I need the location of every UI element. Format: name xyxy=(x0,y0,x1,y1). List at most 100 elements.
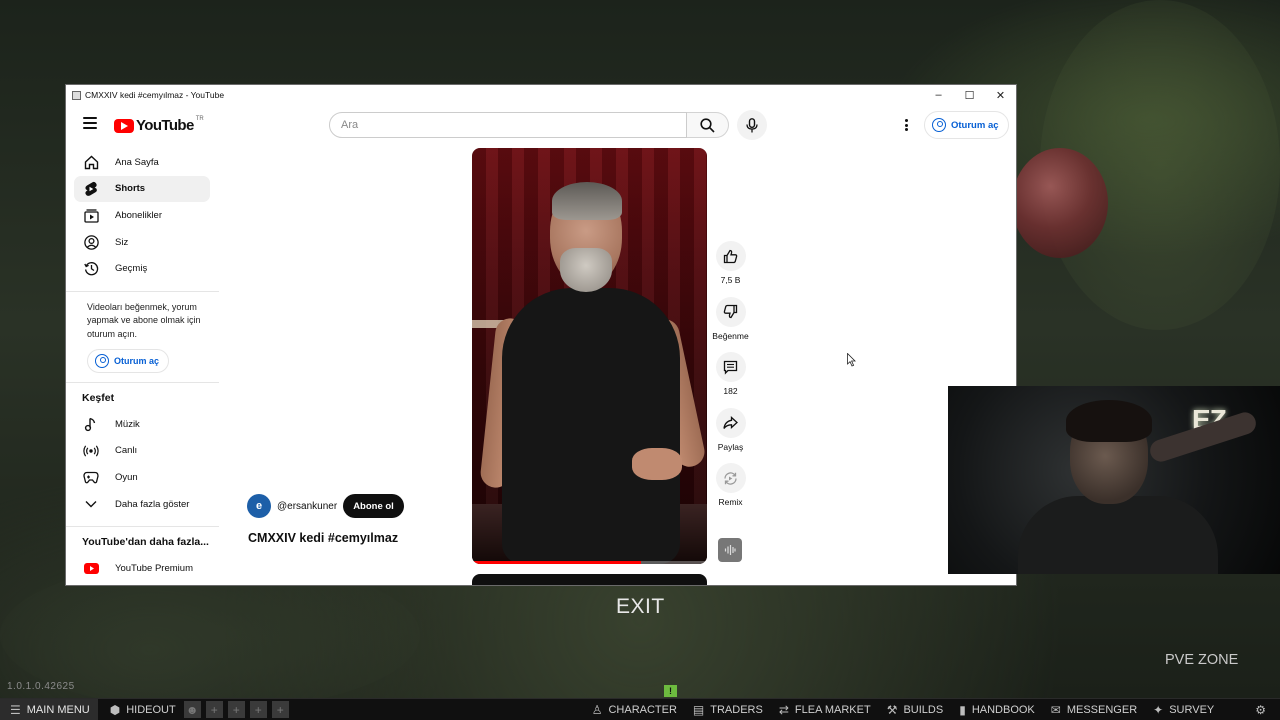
like-count: 7,5 B xyxy=(720,275,741,285)
sidebar-item-history[interactable]: Geçmiş xyxy=(74,256,210,282)
account-icon xyxy=(95,354,109,369)
channel-row: e @ersankuner Abone ol xyxy=(247,494,404,518)
signin-button[interactable]: Oturum aç xyxy=(924,111,1009,139)
message-icon: ✉ xyxy=(1050,702,1061,717)
quick-slot-icon[interactable]: ☻ xyxy=(183,701,201,718)
sidebar-divider xyxy=(66,382,219,384)
mouse-cursor-icon xyxy=(847,353,856,367)
handbook-button[interactable]: ▮ HANDBOOK xyxy=(951,699,1043,720)
sidebar: Ana Sayfa Shorts Abonelikler Siz Geçmiş … xyxy=(66,149,219,582)
performer-hair xyxy=(552,182,622,220)
window-titlebar: CMXXIV kedi #cemyılmaz - YouTube xyxy=(66,85,1016,105)
short-video-player[interactable] xyxy=(472,148,707,564)
youtube-play-icon xyxy=(114,118,134,133)
main-menu-button[interactable]: ☰ MAIN MENU xyxy=(0,698,98,720)
window-title: CMXXIV kedi #cemyılmaz - YouTube xyxy=(85,90,225,100)
settings-button[interactable]: ⚙ xyxy=(1247,699,1280,720)
character-button[interactable]: ♙ CHARACTER xyxy=(584,699,685,720)
builds-icon: ⚒ xyxy=(886,702,898,717)
sidebar-item-youtube-premium[interactable]: YouTube Premium xyxy=(74,555,210,581)
voice-search-button[interactable] xyxy=(737,110,767,140)
streamer-webcam: EZ xyxy=(948,386,1280,574)
messenger-button[interactable]: ✉ MESSENGER xyxy=(1043,699,1145,720)
account-icon xyxy=(932,118,946,132)
short-actions: 7,5 B Beğenme 182 Paylaş Remix xyxy=(708,241,753,519)
sidebar-item-you[interactable]: Siz xyxy=(74,229,210,255)
video-title: CMXXIV kedi #cemyılmaz xyxy=(248,531,399,545)
remix-label: Remix xyxy=(718,497,743,508)
cart-icon: ▤ xyxy=(692,702,705,717)
thumbs-up-icon[interactable] xyxy=(715,241,746,271)
handbook-icon: ▮ xyxy=(959,702,966,717)
country-code: TR xyxy=(195,115,204,122)
quick-slot-empty[interactable]: + xyxy=(205,701,223,718)
youtube-header: YouTube TR Ara Oturum aç xyxy=(66,107,1016,143)
live-icon xyxy=(83,443,99,459)
more-options-icon[interactable] xyxy=(900,117,912,133)
channel-handle[interactable]: @ersankuner xyxy=(277,501,337,512)
subscriptions-icon xyxy=(83,207,99,223)
traders-button[interactable]: ▤ TRADERS xyxy=(685,699,771,720)
quick-slot-empty[interactable]: + xyxy=(271,701,289,718)
dislike-action[interactable]: Beğenme xyxy=(708,296,753,343)
character-icon: ♙ xyxy=(591,702,603,717)
sidebar-signin-button[interactable]: Oturum aç xyxy=(87,349,169,374)
sidebar-item-home[interactable]: Ana Sayfa xyxy=(74,149,210,175)
notification-badge[interactable]: ! xyxy=(664,685,677,697)
shorts-icon xyxy=(83,181,99,197)
maximize-button[interactable]: ☐ xyxy=(954,85,985,105)
share-action[interactable]: Paylaş xyxy=(708,407,753,454)
game-taskbar: ☰ MAIN MENU ⬢ HIDEOUT ☻ + + + + ♙ CHARAC… xyxy=(0,698,1280,720)
hideout-button[interactable]: ⬢ HIDEOUT xyxy=(102,699,184,720)
youtube-logo[interactable]: YouTube TR xyxy=(114,115,204,134)
performer-beard xyxy=(560,248,612,292)
exit-button[interactable]: EXIT xyxy=(616,595,665,619)
search-input[interactable]: Ara xyxy=(329,112,687,138)
comments-action[interactable]: 182 xyxy=(708,352,753,398)
youtube-premium-icon xyxy=(83,560,99,576)
sidebar-item-show-more[interactable]: Daha fazla göster xyxy=(74,491,210,517)
microphone-icon xyxy=(746,117,758,132)
minimize-button[interactable]: – xyxy=(923,85,954,105)
video-progress-bar[interactable] xyxy=(472,561,707,564)
more-from-youtube-heading: YouTube'dan daha fazla... xyxy=(82,536,209,549)
search-button[interactable] xyxy=(687,112,729,138)
subscribe-button[interactable]: Abone ol xyxy=(343,494,404,518)
search-icon xyxy=(700,117,715,133)
user-icon xyxy=(83,234,99,250)
share-icon[interactable] xyxy=(715,407,746,438)
comment-count: 182 xyxy=(723,386,738,397)
sidebar-item-gaming[interactable]: Oyun xyxy=(74,465,210,491)
next-short-preview[interactable] xyxy=(472,574,707,585)
like-action[interactable]: 7,5 B xyxy=(708,241,753,287)
signin-note: Videoları beğenmek, yorum yapmak ve abon… xyxy=(87,301,201,339)
survey-button[interactable]: ✦ SURVEY xyxy=(1145,699,1222,720)
comment-icon[interactable] xyxy=(715,352,746,383)
survey-icon: ✦ xyxy=(1153,702,1164,717)
menu-icon[interactable] xyxy=(83,117,97,129)
quick-slot-empty[interactable]: + xyxy=(249,701,267,718)
flea-market-button[interactable]: ⇄ FLEA MARKET xyxy=(771,699,879,720)
builds-button[interactable]: ⚒ BUILDS xyxy=(879,699,952,720)
sidebar-divider xyxy=(66,526,219,528)
window-controls: – ☐ ✕ xyxy=(923,85,1016,105)
pve-zone-label: PVE ZONE xyxy=(1165,652,1239,668)
sidebar-item-subscriptions[interactable]: Abonelikler xyxy=(74,202,210,228)
dislike-label: Beğenme xyxy=(712,330,749,341)
remix-action[interactable]: Remix xyxy=(708,463,753,509)
sidebar-item-shorts[interactable]: Shorts xyxy=(74,175,210,202)
chevron-down-icon xyxy=(83,496,99,512)
remix-icon[interactable] xyxy=(715,463,746,494)
thumbs-down-icon[interactable] xyxy=(715,296,746,327)
channel-avatar[interactable]: e xyxy=(247,494,271,518)
close-button[interactable]: ✕ xyxy=(985,85,1016,105)
quick-slot-empty[interactable]: + xyxy=(227,701,245,718)
sidebar-item-music[interactable]: Müzik xyxy=(74,411,210,437)
sound-thumbnail[interactable] xyxy=(718,538,742,562)
home-icon xyxy=(83,154,99,170)
performer-body xyxy=(502,288,680,564)
game-version: 1.0.1.0.42625 xyxy=(7,681,75,692)
share-label: Paylaş xyxy=(717,441,744,452)
gear-icon: ⚙ xyxy=(1255,702,1266,717)
sidebar-item-live[interactable]: Canlı xyxy=(74,438,210,464)
